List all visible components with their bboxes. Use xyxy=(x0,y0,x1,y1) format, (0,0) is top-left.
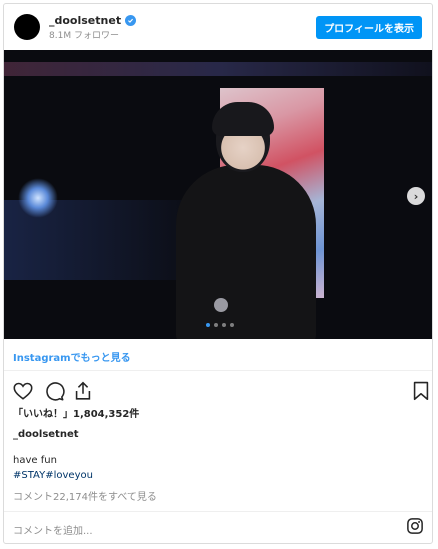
microphone xyxy=(214,298,228,312)
stage-light-bar xyxy=(4,62,432,76)
performer-hair xyxy=(212,102,274,136)
caption-author[interactable]: _doolsetnet xyxy=(13,429,79,440)
avatar[interactable] xyxy=(14,14,40,40)
view-profile-button[interactable]: プロフィールを表示 xyxy=(316,16,422,39)
see-more-on-instagram-link[interactable]: Instagramでもっと見る xyxy=(13,349,131,364)
comment-bubble-icon[interactable] xyxy=(43,380,65,402)
caption-text: have fun xyxy=(13,455,57,466)
add-comment-input[interactable]: コメントを追加... xyxy=(13,522,93,537)
carousel-dot xyxy=(214,323,218,327)
carousel-indicator xyxy=(206,323,234,327)
post-header: _doolsetnet 8.1M フォロワー プロフィールを表示 xyxy=(4,4,432,50)
caption-hashtags[interactable]: #STAY#loveyou xyxy=(13,470,93,481)
like-count[interactable]: 「いいね！」1,804,352件 xyxy=(13,405,139,420)
verified-badge-icon xyxy=(125,15,137,26)
carousel-dot xyxy=(222,323,226,327)
stage-spotlight xyxy=(18,178,58,218)
instagram-embed-card: _doolsetnet 8.1M フォロワー プロフィールを表示 › Insta… xyxy=(3,3,433,544)
follower-count: 8.1M フォロワー xyxy=(49,31,119,41)
performer-body xyxy=(176,165,316,339)
divider xyxy=(4,511,432,512)
divider xyxy=(4,370,432,371)
username-row: _doolsetnet xyxy=(49,14,137,27)
share-icon[interactable] xyxy=(72,380,94,402)
chevron-right-icon[interactable]: › xyxy=(407,187,425,205)
username[interactable]: _doolsetnet xyxy=(49,14,121,27)
view-all-comments-link[interactable]: コメント22,174件をすべて見る xyxy=(13,488,157,503)
heart-icon[interactable] xyxy=(12,380,34,402)
carousel-dot xyxy=(206,323,210,327)
instagram-icon[interactable] xyxy=(406,517,424,535)
post-photo[interactable]: › xyxy=(4,50,432,339)
bookmark-icon[interactable] xyxy=(410,380,432,402)
action-bar xyxy=(12,380,429,402)
carousel-dot xyxy=(230,323,234,327)
